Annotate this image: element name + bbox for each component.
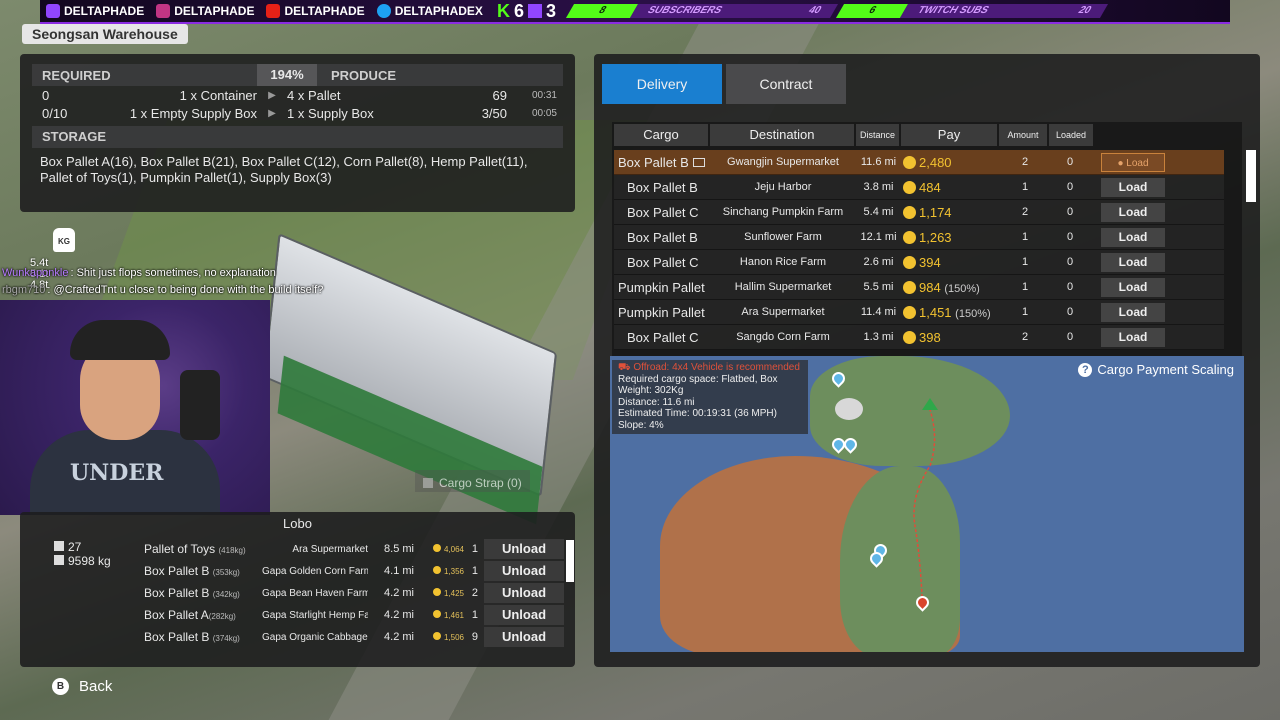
twitch-sub-goal: 6 TWITCH SUBS 20 [835, 3, 1109, 19]
delivery-tabs: Delivery Contract [602, 64, 846, 104]
production-header: REQUIRED 194% PRODUCE [32, 64, 563, 86]
table-row[interactable]: Box Pallet C Hanon Rice Farm 2.6 mi 394 … [614, 250, 1224, 275]
coin-icon [432, 566, 441, 574]
vehicle-cargo-list: Pallet of Toys (418kg) Ara Supermarket 8… [144, 538, 564, 648]
load-button[interactable]: Load [1101, 302, 1165, 322]
kick-icon: K [496, 0, 510, 21]
coin-icon [903, 155, 916, 169]
cargo-list-scrollbar[interactable] [566, 540, 574, 582]
truck-icon: ⛟ [618, 362, 634, 373]
unload-button[interactable]: Unload [484, 539, 564, 559]
platform-counts: K6 3 [496, 0, 556, 21]
load-button[interactable]: Load [1101, 202, 1165, 222]
microphone [180, 370, 220, 440]
load-button[interactable]: Load [1101, 177, 1165, 197]
streamer-cap [70, 320, 170, 360]
help-icon: ? [1078, 362, 1093, 377]
table-row[interactable]: Pumpkin Pallet Ara Supermarket 11.4 mi 1… [614, 300, 1224, 325]
unload-button[interactable]: Unload [484, 561, 564, 581]
vehicle-cargo-panel: Lobo 27 9598 kg Pallet of Toys (418kg) A… [20, 512, 575, 667]
box-icon [54, 541, 64, 551]
coin-icon [903, 230, 916, 244]
play-arrow-icon: ▶ [268, 107, 276, 119]
weight-kg-icon: KG [53, 228, 75, 252]
route-map[interactable]: ⛟ Offroad: 4x4 Vehicle is recommended Re… [610, 356, 1244, 652]
location-title: Seongsan Warehouse [22, 24, 188, 44]
delivery-table-scrollbar[interactable] [1246, 150, 1256, 202]
coin-icon [903, 280, 916, 294]
load-button[interactable]: Load [1101, 327, 1165, 347]
back-button[interactable]: B Back [52, 678, 112, 695]
twitch-icon [46, 4, 60, 18]
coin-icon [432, 632, 441, 640]
delivery-rows: Box Pallet B Gwangjin Supermarket 11.6 m… [614, 150, 1224, 350]
cargo-info-box: ⛟ Offroad: 4x4 Vehicle is recommended Re… [612, 360, 808, 434]
table-row[interactable]: Box Pallet C Sinchang Pumpkin Farm 5.4 m… [614, 200, 1224, 225]
player-marker-icon [922, 398, 938, 410]
production-row: 0/10 1 x Empty Supply Box ▶ 1 x Supply B… [42, 105, 557, 121]
storage-list: Box Pallet A(16), Box Pallet B(21), Box … [40, 154, 528, 185]
load-button[interactable]: Load [1101, 252, 1165, 272]
table-row[interactable]: Pumpkin Pallet Hallim Supermarket 5.5 mi… [614, 275, 1224, 300]
coin-icon [903, 330, 916, 344]
shirt-print: UNDER [70, 460, 164, 486]
delivery-panel: Delivery Contract Cargo Destination Dist… [594, 54, 1260, 667]
production-row: 0 1 x Container ▶ 4 x Pallet 69 00:31 [42, 87, 557, 103]
twitter-icon [376, 4, 391, 18]
table-row[interactable]: Box Pallet B Jeju Harbor 3.8 mi 484 1 0 … [614, 175, 1224, 200]
list-item: Box Pallet B (353kg) Gapa Golden Corn Fa… [144, 560, 564, 582]
production-panel: REQUIRED 194% PRODUCE 0 1 x Container ▶ … [20, 54, 575, 212]
storage-header: STORAGE [32, 126, 563, 148]
load-button[interactable]: Load [1101, 277, 1165, 297]
weight-icon [54, 555, 64, 565]
unload-button[interactable]: Unload [484, 605, 564, 625]
cargo-payment-scaling-button[interactable]: ? Cargo Payment Scaling [1078, 362, 1234, 377]
table-row[interactable]: Box Pallet B Gwangjin Supermarket 11.6 m… [614, 150, 1224, 175]
load-button[interactable]: ● Load [1101, 152, 1165, 172]
coin-icon [903, 205, 916, 219]
chat-message: Wunkaponkle: Shit just flops sometimes, … [2, 266, 276, 279]
play-arrow-icon: ▶ [268, 89, 276, 101]
twitch-handle: DELTAPHADE [40, 0, 150, 22]
vehicle-name: Lobo [283, 516, 312, 531]
coin-icon [903, 180, 916, 194]
load-button[interactable]: Load [1101, 227, 1165, 247]
button-prompt-icon [423, 477, 433, 488]
webcam-feed: UNDER [0, 300, 270, 515]
coin-icon [432, 588, 441, 596]
chat-message: rbgm710: @CraftedTnt u close to being do… [2, 283, 324, 296]
table-row[interactable]: Box Pallet C Sangdo Corn Farm 1.3 mi 398… [614, 325, 1224, 350]
instagram-icon [156, 4, 171, 18]
b-button-icon: B [52, 678, 69, 695]
vehicle-stats: 27 9598 kg [54, 540, 111, 568]
unload-button[interactable]: Unload [484, 627, 564, 647]
tab-delivery[interactable]: Delivery [602, 64, 722, 104]
cargo-strap-prompt[interactable]: Cargo Strap (0) [415, 470, 530, 492]
coin-icon [903, 255, 916, 269]
subscriber-goal: 8 SUBSCRIBERS 40 [565, 3, 839, 19]
table-header: Cargo Destination Distance Pay Amount Lo… [614, 124, 1242, 146]
twitter-handle: DELTAPHADEX [371, 0, 489, 22]
youtube-handle: DELTAPHADE [260, 0, 370, 22]
chat-overlay: Wunkaponkle: Shit just flops sometimes, … [2, 264, 323, 298]
coin-icon [903, 305, 916, 319]
cargo-type-icon [692, 157, 705, 167]
coin-icon [432, 544, 441, 552]
list-item: Box Pallet A(282kg) Gapa Starlight Hemp … [144, 604, 564, 626]
unload-button[interactable]: Unload [484, 583, 564, 603]
coin-icon [432, 610, 441, 618]
youtube-icon [266, 4, 281, 18]
list-item: Pallet of Toys (418kg) Ara Supermarket 8… [144, 538, 564, 560]
list-item: Box Pallet B (342kg) Gapa Bean Haven Far… [144, 582, 564, 604]
instagram-handle: DELTAPHADE [150, 0, 260, 22]
offroad-warning: ⛟ Offroad: 4x4 Vehicle is recommended [618, 362, 800, 373]
list-item: Box Pallet B (374kg) Gapa Organic Cabbag… [144, 626, 564, 648]
stream-banner: DELTAPHADE DELTAPHADE DELTAPHADE DELTAPH… [40, 0, 1230, 24]
tab-contract[interactable]: Contract [726, 64, 846, 104]
table-row[interactable]: Box Pallet B Sunflower Farm 12.1 mi 1,26… [614, 225, 1224, 250]
twitch-small-icon [527, 4, 542, 18]
